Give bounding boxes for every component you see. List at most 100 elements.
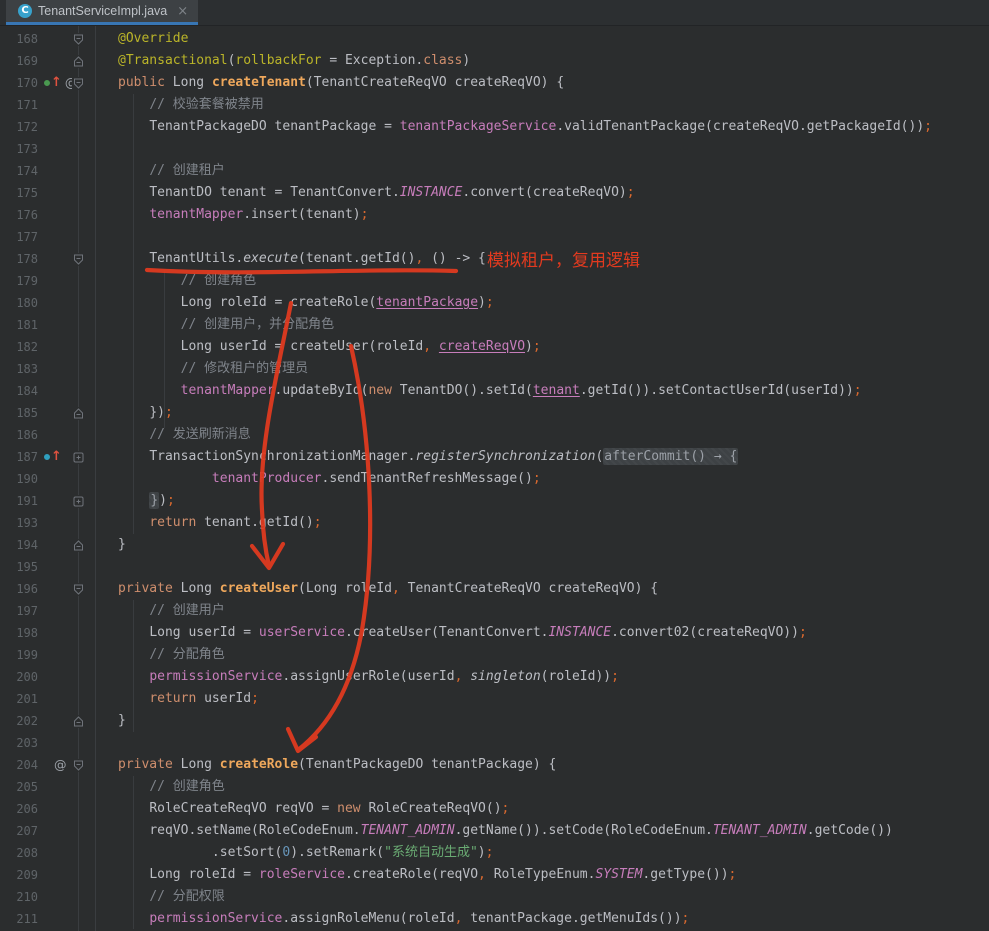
line-number[interactable]: 169 <box>0 50 38 72</box>
line-number[interactable]: 202 <box>0 710 38 732</box>
code-text[interactable]: tenantProducer.sendTenantRefreshMessage(… <box>118 468 541 490</box>
line-number[interactable]: 178 <box>0 248 38 270</box>
line-number[interactable]: 168 <box>0 28 38 50</box>
line-number[interactable]: 172 <box>0 116 38 138</box>
line-number[interactable]: 196 <box>0 578 38 600</box>
line-number[interactable]: 207 <box>0 820 38 842</box>
code-text[interactable]: } <box>118 534 126 556</box>
line-number[interactable]: 181 <box>0 314 38 336</box>
line-number[interactable]: 193 <box>0 512 38 534</box>
line-number[interactable]: 185 <box>0 402 38 424</box>
up-arrow-gutter-icon[interactable]: ↑ <box>51 77 62 89</box>
line-number[interactable]: 191 <box>0 490 38 512</box>
code-text[interactable]: }); <box>118 402 173 424</box>
code-text[interactable]: // 创建角色 <box>118 270 256 292</box>
line-number[interactable]: 210 <box>0 886 38 908</box>
fold-collapse-icon[interactable] <box>71 72 86 94</box>
code-text[interactable]: return userId; <box>118 688 259 710</box>
code-text[interactable]: Long userId = createUser(roleId, createR… <box>118 336 541 358</box>
fold-expand-icon[interactable] <box>71 446 86 468</box>
code-text[interactable]: // 校验套餐被禁用 <box>118 94 264 116</box>
fold-collapse-icon[interactable] <box>71 248 86 270</box>
line-number[interactable]: 194 <box>0 534 38 556</box>
line-number[interactable]: 175 <box>0 182 38 204</box>
code-text[interactable]: @Transactional(rollbackFor = Exception.c… <box>118 50 470 72</box>
code-text[interactable]: RoleCreateReqVO reqVO = new RoleCreateRe… <box>118 798 509 820</box>
fold-collapse-icon[interactable] <box>71 710 86 732</box>
token: tenantMapper <box>149 207 243 222</box>
line-number[interactable]: 208 <box>0 842 38 864</box>
fold-collapse-icon[interactable] <box>71 402 86 424</box>
code-text[interactable]: // 创建角色 <box>118 776 225 798</box>
code-text[interactable]: permissionService.assignUserRole(userId,… <box>118 666 619 688</box>
line-number[interactable]: 187 <box>0 446 38 468</box>
code-text[interactable]: TransactionSynchronizationManager.regist… <box>118 446 738 468</box>
line-number[interactable]: 170 <box>0 72 38 94</box>
code-text[interactable]: private Long createUser(Long roleId, Ten… <box>118 578 658 600</box>
tab-tenantserviceimpl[interactable]: C TenantServiceImpl.java × <box>6 0 198 25</box>
code-text[interactable]: // 修改租户的管理员 <box>118 358 308 380</box>
code-text[interactable]: Long roleId = roleService.createRole(req… <box>118 864 736 886</box>
overrides-method-icon[interactable] <box>44 80 50 86</box>
line-number[interactable]: 211 <box>0 908 38 930</box>
line-number[interactable]: 198 <box>0 622 38 644</box>
code-text[interactable]: TenantPackageDO tenantPackage = tenantPa… <box>118 116 932 138</box>
code-text[interactable]: return tenant.getId(); <box>118 512 322 534</box>
line-number[interactable]: 173 <box>0 138 38 160</box>
code-text[interactable]: private Long createRole(TenantPackageDO … <box>118 754 556 776</box>
fold-collapse-icon[interactable] <box>71 50 86 72</box>
line-number[interactable]: 199 <box>0 644 38 666</box>
code-text[interactable]: // 分配角色 <box>118 644 225 666</box>
line-number[interactable]: 200 <box>0 666 38 688</box>
line-number[interactable]: 201 <box>0 688 38 710</box>
line-number[interactable]: 205 <box>0 776 38 798</box>
line-number[interactable]: 209 <box>0 864 38 886</box>
code-text[interactable]: @Override <box>118 28 188 50</box>
line-number[interactable]: 171 <box>0 94 38 116</box>
code-text[interactable]: Long userId = userService.createUser(Ten… <box>118 622 807 644</box>
line-number[interactable]: 179 <box>0 270 38 292</box>
line-number[interactable]: 182 <box>0 336 38 358</box>
code-text[interactable]: // 发送刷新消息 <box>118 424 251 446</box>
code-text[interactable]: // 创建租户 <box>118 160 225 182</box>
code-text[interactable]: TenantDO tenant = TenantConvert.INSTANCE… <box>118 182 635 204</box>
line-number[interactable]: 186 <box>0 424 38 446</box>
line-number[interactable]: 190 <box>0 468 38 490</box>
fold-collapse-icon[interactable] <box>71 754 86 776</box>
line-number[interactable]: 195 <box>0 556 38 578</box>
code-text[interactable]: } <box>118 710 126 732</box>
line-number[interactable]: 204 <box>0 754 38 776</box>
line-number[interactable]: 180 <box>0 292 38 314</box>
code-text[interactable]: // 创建用户 <box>118 600 225 622</box>
code-text[interactable]: // 创建用户，并分配角色 <box>118 314 334 336</box>
line-number[interactable]: 174 <box>0 160 38 182</box>
up-arrow-gutter-icon[interactable]: ↑ <box>51 451 62 463</box>
tab-close-icon[interactable]: × <box>173 4 188 19</box>
code-text[interactable]: tenantMapper.updateById(new TenantDO().s… <box>118 380 862 402</box>
line-number[interactable]: 184 <box>0 380 38 402</box>
code-text[interactable]: Long roleId = createRole(tenantPackage); <box>118 292 494 314</box>
fold-collapse-icon[interactable] <box>71 28 86 50</box>
line-number[interactable]: 183 <box>0 358 38 380</box>
token: Long roleId = <box>149 867 259 882</box>
code-text[interactable]: public Long createTenant(TenantCreateReq… <box>118 72 564 94</box>
token: TenantPackageDO tenantPackage = <box>149 119 399 134</box>
implements-method-icon[interactable] <box>44 454 50 460</box>
fold-collapse-icon[interactable] <box>71 578 86 600</box>
line-number[interactable]: 206 <box>0 798 38 820</box>
code-text[interactable]: tenantMapper.insert(tenant); <box>118 204 368 226</box>
code-text[interactable]: // 分配权限 <box>118 886 225 908</box>
fold-collapse-icon[interactable] <box>71 534 86 556</box>
line-number[interactable]: 177 <box>0 226 38 248</box>
code-text[interactable]: TenantUtils.execute(tenant.getId(), () -… <box>118 248 486 270</box>
code-text[interactable]: permissionService.assignRoleMenu(roleId,… <box>118 908 689 930</box>
annotation-gutter-icon[interactable]: @ <box>54 754 67 776</box>
code-text[interactable]: reqVO.setName(RoleCodeEnum.TENANT_ADMIN.… <box>118 820 893 842</box>
code-text[interactable]: }); <box>118 490 175 512</box>
line-number[interactable]: 197 <box>0 600 38 622</box>
line-number[interactable]: 176 <box>0 204 38 226</box>
code-editor[interactable]: 168 @Override 169 @Transactional(rollbackFo… <box>0 26 989 931</box>
line-number[interactable]: 203 <box>0 732 38 754</box>
code-text[interactable]: .setSort(0).setRemark("系统自动生成"); <box>118 842 493 864</box>
fold-expand-icon[interactable] <box>71 490 86 512</box>
